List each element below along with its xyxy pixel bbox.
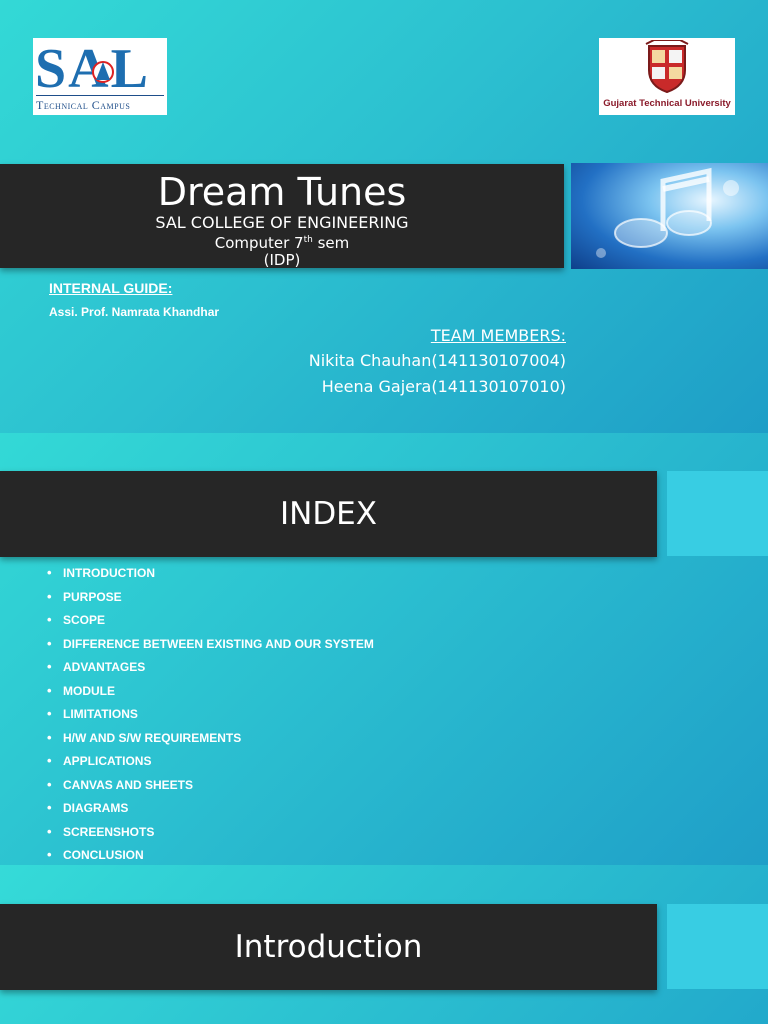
project-type: (IDP): [263, 251, 301, 269]
index-title: INDEX: [279, 496, 378, 532]
index-item-label: PURPOSE: [63, 589, 122, 604]
sal-technical-campus-logo: SAL Technical Campus: [33, 38, 167, 115]
accent-box: [667, 904, 768, 989]
list-item: • ADVANTAGES: [47, 657, 374, 681]
index-item-label: SCREENSHOTS: [63, 824, 155, 839]
bullet-icon: •: [47, 612, 52, 627]
list-item: • CANVAS AND SHEETS: [47, 775, 374, 799]
list-item: • SCREENSHOTS: [47, 822, 374, 846]
team-members-label: TEAM MEMBERS:: [430, 326, 566, 345]
title-slide: SAL Technical Campus Gujarat Technical U…: [0, 0, 768, 433]
bullet-icon: •: [47, 706, 52, 721]
bullet-icon: •: [47, 753, 52, 768]
list-item: • H/W AND S/W REQUIREMENTS: [47, 728, 374, 752]
index-item-label: ADVANTAGES: [63, 660, 146, 674]
gtu-shield-icon: [645, 40, 689, 94]
gujarat-technical-university-logo: Gujarat Technical University: [599, 38, 735, 115]
list-item: • SCOPE: [47, 610, 374, 634]
index-item-label: LIMITATIONS: [63, 707, 138, 721]
presentation-title: Dream Tunes: [157, 170, 407, 214]
music-notes-image: [571, 163, 768, 269]
list-item: • PURPOSE: [47, 587, 374, 611]
list-item: • MODULE: [47, 681, 374, 705]
index-item-label: DIFFERENCE BETWEEN EXISTING AND OUR SYST…: [63, 636, 374, 651]
semester-prefix: Computer 7: [214, 234, 304, 252]
semester-line: Computer 7th sem: [0, 232, 564, 252]
index-item-label: MODULE: [63, 683, 115, 698]
index-title-banner: INDEX: [0, 471, 657, 557]
bullet-icon: •: [47, 800, 52, 815]
semester-suffix: sem: [312, 234, 350, 252]
introduction-title: Introduction: [234, 929, 423, 965]
team-member: Heena Gajera(141130107010): [321, 377, 566, 396]
bullet-icon: •: [47, 847, 52, 862]
accent-box: [667, 471, 768, 556]
semester-superscript: th: [303, 235, 313, 245]
index-item-label: H/W AND S/W REQUIREMENTS: [63, 730, 242, 745]
bullet-icon: •: [47, 682, 52, 698]
list-item: • DIAGRAMS: [47, 798, 374, 822]
bullet-icon: •: [47, 776, 52, 792]
bullet-icon: •: [47, 588, 52, 604]
list-item: • INTRODUCTION: [47, 563, 374, 587]
sal-logo-subtitle: Technical Campus: [36, 95, 166, 113]
index-list: • INTRODUCTION • PURPOSE • SCOPE • DIFFERENC…: [47, 563, 374, 869]
introduction-title-banner: Introduction: [0, 904, 657, 990]
college-name: SAL COLLEGE OF ENGINEERING: [155, 213, 409, 232]
team-member: Nikita Chauhan(141130107004): [308, 351, 566, 370]
index-item-label: APPLICATIONS: [63, 754, 152, 768]
index-item-label: CANVAS AND SHEETS: [63, 777, 194, 792]
index-item-label: SCOPE: [63, 613, 106, 627]
list-item: • DIFFERENCE BETWEEN EXISTING AND OUR SYS…: [47, 634, 374, 658]
sal-a-emblem-icon: [92, 61, 114, 83]
music-note-icon: [596, 167, 739, 258]
bullet-icon: •: [47, 659, 52, 674]
bullet-icon: •: [47, 823, 52, 839]
bullet-icon: •: [47, 729, 52, 745]
index-item-label: INTRODUCTION: [63, 566, 155, 580]
bullet-icon: •: [47, 565, 52, 580]
list-item: • LIMITATIONS: [47, 704, 374, 728]
title-banner: Dream Tunes SAL COLLEGE OF ENGINEERING C…: [0, 164, 564, 269]
bullet-icon: •: [47, 635, 52, 651]
list-item: • APPLICATIONS: [47, 751, 374, 775]
index-item-label: CONCLUSION: [63, 848, 144, 862]
index-item-label: DIAGRAMS: [63, 801, 129, 815]
gtu-logo-caption: Gujarat Technical University: [603, 98, 731, 109]
internal-guide-label: INTERNAL GUIDE:: [49, 280, 173, 296]
internal-guide-name: Assi. Prof. Namrata Khandhar: [49, 305, 220, 319]
